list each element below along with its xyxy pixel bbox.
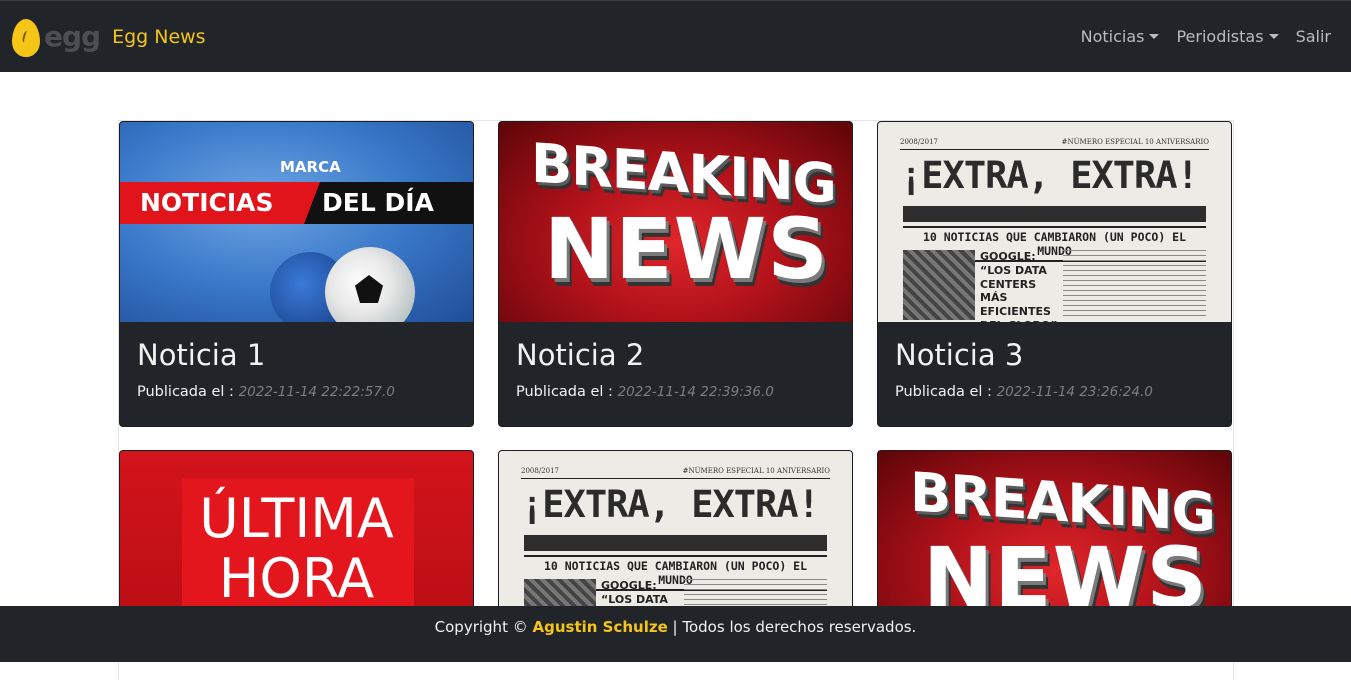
footer: Copyright © Agustin Schulze | Todos los …	[0, 606, 1351, 662]
brand-title[interactable]: Egg News	[112, 26, 206, 48]
card-title[interactable]: Noticia 1	[137, 338, 456, 372]
extra-subbanner	[903, 206, 1206, 222]
extra-title: ¡EXTRA, EXTRA!	[521, 483, 820, 526]
extra-edition: 2008/2017	[521, 467, 559, 475]
nav-noticias-dropdown[interactable]: Noticias	[1081, 27, 1160, 46]
extra-google-label: GOOGLE:	[601, 579, 657, 592]
published-date: 2022-11-14 22:22:57.0	[238, 384, 395, 400]
extra-special: #NÚMERO ESPECIAL 10 ANIVERSARIO	[682, 467, 830, 475]
news-card[interactable]: MARCA NOTICIAS DEL DÍA Noticia 1 Publica…	[119, 121, 474, 427]
extra-photo	[903, 250, 975, 320]
card-title[interactable]: Noticia 3	[895, 338, 1214, 372]
extra-subbanner	[524, 535, 827, 551]
logo-wordmark: egg	[44, 20, 101, 53]
author-link[interactable]: Agustin Schulze	[533, 618, 668, 636]
extra-title: ¡EXTRA, EXTRA!	[900, 154, 1199, 197]
extra-google-block: GOOGLE: “LOS DATA CENTERS MÁS EFICIENTES…	[980, 250, 1060, 322]
card-meta: Publicada el : 2022-11-14 23:26:24.0	[895, 384, 1214, 400]
card-meta: Publicada el : 2022-11-14 22:22:57.0	[137, 384, 456, 400]
marca-banner-black: DEL DÍA	[304, 182, 473, 224]
extra-google-quote: “LOS DATA CENTERS MÁS EFICIENTES DEL GLO…	[980, 263, 1057, 322]
card-meta: Publicada el : 2022-11-14 22:39:36.0	[516, 384, 835, 400]
nav-salir-link[interactable]: Salir	[1296, 27, 1331, 46]
published-date: 2022-11-14 23:26:24.0	[996, 384, 1153, 400]
extra-body-text	[1063, 250, 1206, 320]
published-date: 2022-11-14 22:39:36.0	[617, 384, 774, 400]
news-image-breaking[interactable]: BREAKING NEWS	[499, 122, 852, 322]
extra-topline: 2008/2017 #NÚMERO ESPECIAL 10 ANIVERSARI…	[521, 467, 830, 479]
published-label: Publicada el :	[516, 384, 613, 400]
extra-google-block: GOOGLE: “LOS DATA	[601, 579, 668, 607]
news-grid: MARCA NOTICIAS DEL DÍA Noticia 1 Publica…	[118, 120, 1234, 680]
nav-menu: Noticias Periodistas Salir	[1081, 27, 1331, 46]
card-body: Noticia 2 Publicada el : 2022-11-14 22:3…	[499, 322, 852, 426]
chevron-down-icon	[1149, 34, 1160, 39]
nav-periodistas-label: Periodistas	[1176, 27, 1264, 46]
brand-link[interactable]: egg Egg News	[12, 17, 206, 57]
chevron-down-icon	[1268, 34, 1279, 39]
extra-edition: 2008/2017	[900, 138, 938, 146]
navbar: egg Egg News Noticias Periodistas Salir	[0, 0, 1351, 72]
nav-periodistas-dropdown[interactable]: Periodistas	[1176, 27, 1279, 46]
card-body: Noticia 3 Publicada el : 2022-11-14 23:2…	[878, 322, 1231, 426]
marca-logo: MARCA	[280, 158, 341, 176]
news-image-marca[interactable]: MARCA NOTICIAS DEL DÍA	[120, 122, 473, 322]
extra-topline: 2008/2017 #NÚMERO ESPECIAL 10 ANIVERSARI…	[900, 138, 1209, 150]
copyright-prefix: Copyright ©	[434, 618, 528, 636]
nav-salir-label: Salir	[1295, 27, 1331, 46]
news-card[interactable]: 2008/2017 #NÚMERO ESPECIAL 10 ANIVERSARI…	[877, 121, 1232, 427]
marca-banner: NOTICIAS DEL DÍA	[120, 182, 473, 224]
extra-google-quote: “LOS DATA	[601, 592, 668, 606]
card-title[interactable]: Noticia 2	[516, 338, 835, 372]
news-card[interactable]: BREAKING NEWS Noticia 2 Publicada el : 2…	[498, 121, 853, 427]
nav-noticias-label: Noticias	[1080, 27, 1145, 46]
extra-special: #NÚMERO ESPECIAL 10 ANIVERSARIO	[1061, 138, 1209, 146]
published-label: Publicada el :	[137, 384, 234, 400]
marca-banner-red: NOTICIAS	[120, 182, 320, 224]
card-body: Noticia 1 Publicada el : 2022-11-14 22:2…	[120, 322, 473, 426]
news-text: NEWS	[544, 200, 829, 298]
copyright-suffix: | Todos los derechos reservados.	[672, 618, 917, 636]
egg-logo-icon	[12, 18, 40, 57]
ultima-text: ÚLTIMA HORA	[120, 489, 473, 609]
news-image-extra[interactable]: 2008/2017 #NÚMERO ESPECIAL 10 ANIVERSARI…	[878, 122, 1231, 322]
ultima-line1: ÚLTIMA	[199, 487, 394, 550]
extra-google-label: GOOGLE:	[980, 250, 1036, 263]
published-label: Publicada el :	[895, 384, 992, 400]
soccer-ball-graphic	[325, 247, 415, 322]
ultima-line2: HORA	[218, 547, 375, 610]
